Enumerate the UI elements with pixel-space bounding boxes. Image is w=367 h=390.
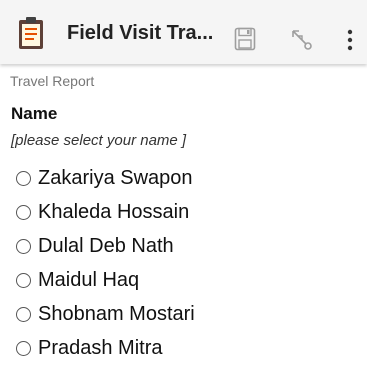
radio-button[interactable] (16, 306, 31, 322)
app-bar: Field Visit Tra... (0, 0, 367, 64)
radio-button[interactable] (16, 204, 31, 220)
question-label: Name (11, 104, 58, 123)
name-radio-group: Zakariya Swapon Khaleda Hossain Dulal De… (16, 161, 356, 365)
option-label: Khaleda Hossain (38, 200, 190, 223)
radio-button[interactable] (16, 238, 31, 254)
radio-option[interactable]: Khaleda Hossain (16, 195, 356, 229)
radio-option[interactable]: Dulal Deb Nath (16, 229, 356, 263)
option-label: Pradash Mitra (38, 336, 163, 359)
radio-option[interactable]: Zakariya Swapon (16, 161, 356, 195)
gps-icon[interactable] (289, 27, 313, 51)
option-label: Shobnam Mostari (38, 302, 195, 325)
option-label: Dulal Deb Nath (38, 234, 174, 257)
radio-option[interactable]: Maidul Haq (16, 263, 356, 297)
radio-option[interactable]: Shobnam Mostari (16, 297, 356, 331)
form-title: Travel Report (10, 73, 95, 89)
save-icon[interactable] (234, 27, 256, 51)
app-title: Field Visit Tra... (67, 22, 214, 44)
radio-button[interactable] (16, 272, 31, 288)
question-hint: [please select your name ] (11, 132, 187, 149)
more-vert-icon[interactable] (340, 25, 360, 55)
clipboard-icon (19, 17, 43, 49)
radio-button[interactable] (16, 170, 31, 186)
option-label: Maidul Haq (38, 268, 140, 291)
option-label: Zakariya Swapon (38, 166, 193, 189)
radio-option[interactable]: Pradash Mitra (16, 331, 356, 365)
radio-button[interactable] (16, 340, 31, 356)
